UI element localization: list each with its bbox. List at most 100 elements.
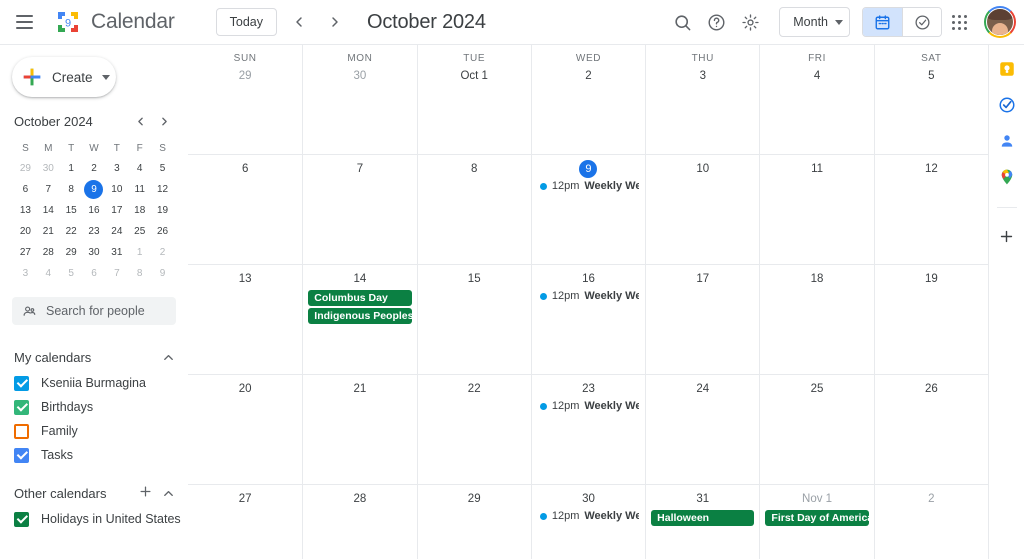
create-button[interactable]: Create — [12, 57, 116, 97]
calendar-view-toggle[interactable] — [863, 8, 902, 36]
day-number[interactable]: 22 — [418, 380, 531, 398]
calendar-day-cell[interactable]: 12 — [873, 155, 988, 264]
day-number[interactable]: 30 — [303, 67, 416, 85]
calendar-day-cell[interactable]: FRI 4 — [759, 45, 873, 154]
hamburger-icon[interactable] — [4, 2, 44, 42]
my-calendar-item[interactable]: Tasks — [14, 443, 176, 467]
mini-calendar-day[interactable]: 3 — [105, 159, 128, 178]
contacts-icon[interactable] — [997, 131, 1017, 151]
day-number[interactable]: 21 — [303, 380, 416, 398]
my-calendar-item[interactable]: Kseniia Burmagina — [14, 371, 176, 395]
calendar-day-cell[interactable]: 7 — [302, 155, 416, 264]
day-number[interactable]: 15 — [418, 270, 531, 288]
calendar-day-cell[interactable]: 18 — [759, 265, 873, 374]
mini-calendar-day[interactable]: 17 — [105, 201, 128, 220]
mini-calendar-day[interactable]: 1 — [60, 159, 83, 178]
day-number[interactable]: 23 — [532, 380, 645, 398]
calendar-event-chip[interactable]: Indigenous Peoples' Day — [308, 308, 412, 324]
calendar-day-cell[interactable]: 26 — [873, 375, 988, 484]
day-number[interactable]: Nov 1 — [760, 490, 873, 508]
mini-calendar-day[interactable]: 13 — [14, 201, 37, 220]
other-calendars-header[interactable]: Other calendars — [14, 479, 176, 507]
calendar-day-cell[interactable]: 20 — [188, 375, 302, 484]
calendar-day-cell[interactable]: MON 30 — [302, 45, 416, 154]
calendar-day-cell[interactable]: 9 12pm Weekly Webinar — [530, 155, 645, 264]
mini-calendar-day[interactable]: 3 — [14, 264, 37, 283]
view-select[interactable]: Month — [779, 7, 850, 37]
plus-icon[interactable] — [138, 484, 153, 503]
day-number[interactable]: 28 — [303, 490, 416, 508]
mini-calendar-day[interactable]: 26 — [151, 222, 174, 241]
mini-calendar-day[interactable]: 8 — [128, 264, 151, 283]
day-number[interactable]: 13 — [188, 270, 302, 288]
mini-calendar-day[interactable]: 2 — [83, 159, 106, 178]
calendar-day-cell[interactable]: 8 — [416, 155, 531, 264]
calendar-checkbox[interactable] — [14, 375, 29, 391]
calendar-day-cell[interactable]: WED 2 — [530, 45, 645, 154]
calendar-checkbox[interactable] — [14, 511, 29, 527]
previous-month-button[interactable] — [285, 8, 313, 36]
maps-icon[interactable] — [997, 167, 1017, 187]
calendar-day-cell[interactable]: 11 — [759, 155, 873, 264]
calendar-event[interactable]: 12pm Weekly Webinar — [539, 399, 639, 414]
plus-icon[interactable] — [998, 228, 1015, 249]
day-number[interactable]: Oct 1 — [418, 67, 531, 85]
mini-calendar-day[interactable]: 6 — [83, 264, 106, 283]
calendar-checkbox[interactable] — [14, 447, 29, 463]
day-number[interactable]: 24 — [646, 380, 759, 398]
day-number[interactable]: 7 — [303, 160, 416, 178]
calendar-day-cell[interactable]: 28 — [302, 485, 416, 559]
calendar-day-cell[interactable]: 24 — [645, 375, 759, 484]
mini-calendar-day[interactable]: 10 — [105, 180, 128, 199]
calendar-day-cell[interactable]: 6 — [188, 155, 302, 264]
day-number[interactable]: 4 — [760, 67, 873, 85]
day-number[interactable]: 2 — [532, 67, 645, 85]
calendar-day-cell[interactable]: 15 — [416, 265, 531, 374]
calendar-checkbox[interactable] — [14, 423, 29, 439]
mini-calendar-day[interactable]: 7 — [105, 264, 128, 283]
calendar-day-cell[interactable]: 13 — [188, 265, 302, 374]
day-number[interactable]: 18 — [760, 270, 873, 288]
mini-calendar-day[interactable]: 19 — [151, 201, 174, 220]
day-number[interactable]: 3 — [646, 67, 759, 85]
mini-calendar-day[interactable]: 5 — [151, 159, 174, 178]
mini-calendar-day[interactable]: 12 — [151, 180, 174, 199]
calendar-day-cell[interactable]: 2 — [873, 485, 988, 559]
mini-calendar-day[interactable]: 25 — [128, 222, 151, 241]
day-number[interactable]: 11 — [760, 160, 873, 178]
calendar-event[interactable]: 12pm Weekly Webinar — [539, 179, 639, 194]
day-number[interactable]: 16 — [532, 270, 645, 288]
mini-calendar-prev-button[interactable] — [130, 111, 150, 131]
calendar-day-cell[interactable]: 21 — [302, 375, 416, 484]
mini-calendar-day[interactable]: 4 — [128, 159, 151, 178]
mini-calendar-day[interactable]: 24 — [105, 222, 128, 241]
mini-calendar-day[interactable]: 20 — [14, 222, 37, 241]
mini-calendar-day[interactable]: 30 — [37, 159, 60, 178]
mini-calendar-day[interactable]: 8 — [60, 180, 83, 199]
chevron-up-icon[interactable] — [161, 350, 176, 365]
calendar-day-cell[interactable]: 30 12pm Weekly Webinar — [530, 485, 645, 559]
apps-grid-icon[interactable] — [942, 5, 976, 39]
tasks-view-toggle[interactable] — [902, 8, 941, 36]
calendar-day-cell[interactable]: 17 — [645, 265, 759, 374]
mini-calendar-day[interactable]: 29 — [14, 159, 37, 178]
mini-calendar-day[interactable]: 11 — [128, 180, 151, 199]
mini-calendar-day[interactable]: 18 — [128, 201, 151, 220]
day-number[interactable]: 29 — [418, 490, 531, 508]
day-number[interactable]: 25 — [760, 380, 873, 398]
help-icon[interactable] — [699, 5, 733, 39]
calendar-day-cell[interactable]: 29 — [416, 485, 531, 559]
calendar-day-cell[interactable]: 14 Columbus Day Indigenous Peoples' Day — [302, 265, 416, 374]
day-number[interactable]: 6 — [188, 160, 302, 178]
chevron-up-icon[interactable] — [161, 486, 176, 501]
mini-calendar-day[interactable]: 14 — [37, 201, 60, 220]
my-calendars-header[interactable]: My calendars — [14, 343, 176, 371]
day-number[interactable]: 12 — [875, 160, 988, 178]
calendar-day-cell[interactable]: Nov 1 First Day of American In — [759, 485, 873, 559]
today-button[interactable]: Today — [215, 8, 277, 36]
day-number[interactable]: 10 — [646, 160, 759, 178]
calendar-day-cell[interactable]: 25 — [759, 375, 873, 484]
calendar-day-cell[interactable]: SAT 5 — [873, 45, 988, 154]
mini-calendar-day[interactable]: 9 — [151, 264, 174, 283]
calendar-day-cell[interactable]: THU 3 — [645, 45, 759, 154]
